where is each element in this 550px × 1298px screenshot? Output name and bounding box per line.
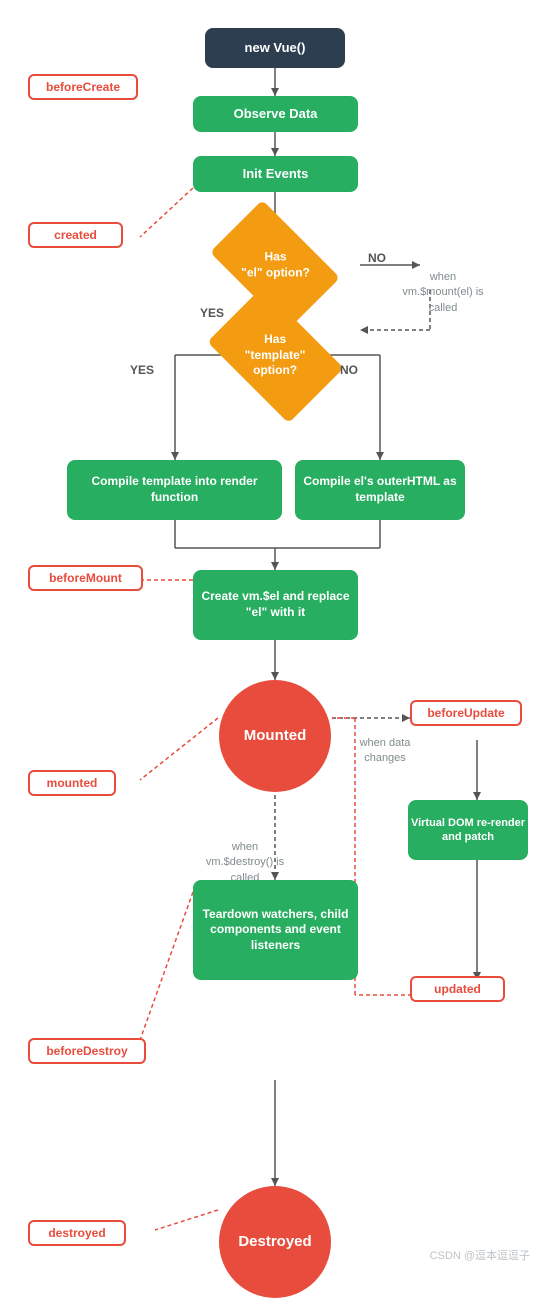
mounted-label: mounted	[28, 770, 116, 796]
before-mount-label: beforeMount	[28, 565, 143, 591]
yes-template-label: YES	[130, 362, 154, 379]
no-el-label: NO	[368, 250, 386, 267]
destroyed-circle: Destroyed	[219, 1186, 331, 1298]
when-data-changes-note: when data changes	[345, 736, 425, 767]
compile-template-box: Compile template into render function	[67, 460, 282, 520]
mounted-circle: Mounted	[219, 680, 331, 792]
yes-el-label: YES	[200, 305, 224, 322]
before-create-label: beforeCreate	[28, 74, 138, 100]
destroyed-label: destroyed	[28, 1220, 126, 1246]
when-mount-note: when vm.$mount(el) is called	[398, 270, 488, 316]
no-template-label: NO	[340, 362, 358, 379]
created-label: created	[28, 222, 123, 248]
create-vm-el-box: Create vm.$el and replace "el" with it	[193, 570, 358, 640]
compile-el-box: Compile el's outerHTML as template	[295, 460, 465, 520]
teardown-box: Teardown watchers, child components and …	[193, 880, 358, 980]
updated-label: updated	[410, 976, 505, 1002]
virtual-dom-box: Virtual DOM re-render and patch	[408, 800, 528, 860]
new-vue-box: new Vue()	[205, 28, 345, 68]
init-events-box: Init Events	[193, 156, 358, 192]
before-destroy-label: beforeDestroy	[28, 1038, 146, 1064]
observe-data-box: Observe Data	[193, 96, 358, 132]
before-update-label: beforeUpdate	[410, 700, 522, 726]
watermark: CSDN @逗本逗逗子	[430, 1247, 530, 1263]
has-template-diamond: Has"template"option?	[207, 287, 343, 423]
